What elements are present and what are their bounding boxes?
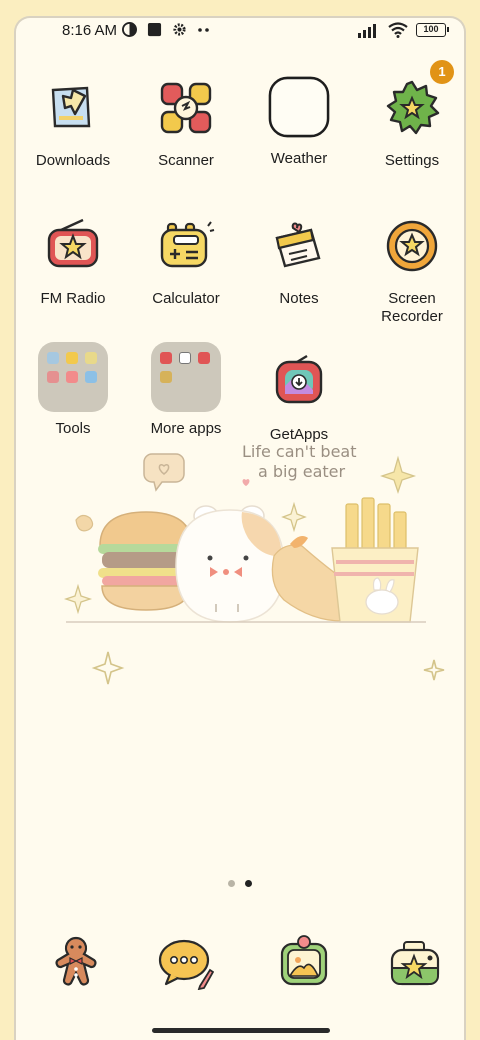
mini-app-icon bbox=[66, 371, 78, 383]
gear-icon bbox=[173, 23, 186, 36]
app-downloads[interactable]: Downloads bbox=[18, 76, 128, 170]
mini-app-icon bbox=[66, 352, 78, 364]
app-label: Tools bbox=[55, 420, 91, 437]
messages-icon bbox=[158, 939, 215, 991]
mini-app-icon bbox=[160, 352, 172, 364]
getapps-icon bbox=[275, 354, 323, 404]
app-screen-recorder[interactable]: Screen Recorder bbox=[357, 214, 464, 326]
app-scanner[interactable]: Scanner bbox=[131, 76, 241, 170]
wallpaper-illustration bbox=[63, 453, 445, 685]
app-label: FM Radio bbox=[40, 290, 106, 307]
app-calculator[interactable]: Calculator bbox=[131, 214, 241, 308]
app-label: Calculator bbox=[152, 290, 220, 307]
folder-more-apps[interactable]: More apps bbox=[131, 342, 241, 438]
more-icon bbox=[198, 27, 209, 32]
app-notes[interactable]: Notes bbox=[244, 214, 354, 308]
mini-app-icon bbox=[85, 371, 97, 383]
square-icon bbox=[147, 22, 162, 37]
radio-icon bbox=[47, 218, 99, 268]
app-label: Downloads bbox=[35, 152, 111, 169]
status-time: 8:16 AM bbox=[62, 22, 118, 39]
scanner-icon bbox=[160, 82, 212, 134]
sparkle-icon bbox=[281, 501, 307, 533]
dock-app-2[interactable] bbox=[158, 934, 215, 991]
heart-bubble-icon bbox=[143, 453, 185, 492]
fries-illustration bbox=[331, 497, 419, 623]
small-heart-icon bbox=[242, 479, 250, 486]
settings-gear-icon bbox=[386, 80, 440, 135]
download-folder-icon bbox=[51, 86, 91, 128]
status-bar: 8:16 AM 100 bbox=[16, 18, 464, 44]
status-left-icons bbox=[122, 22, 211, 37]
folder-tools[interactable]: Tools bbox=[18, 342, 128, 438]
sparkle-icon bbox=[379, 455, 417, 495]
sparkle-icon bbox=[423, 659, 445, 681]
app-getapps[interactable]: GetApps bbox=[244, 350, 354, 444]
app-label: Screen Recorder bbox=[381, 290, 443, 325]
app-weather[interactable]: Weather bbox=[244, 76, 354, 168]
home-indicator[interactable] bbox=[152, 1028, 330, 1033]
app-label: Notes bbox=[279, 290, 319, 307]
hamster-illustration bbox=[175, 505, 285, 623]
folder-icon bbox=[38, 342, 108, 412]
home-screen: 8:16 AM 100 Downloads Scanner Weather Se… bbox=[14, 16, 466, 1040]
app-settings[interactable]: Settings bbox=[357, 76, 464, 170]
dock-app-1[interactable] bbox=[48, 934, 104, 990]
mini-app-icon bbox=[160, 371, 172, 383]
mini-app-icon bbox=[47, 352, 59, 364]
weather-blank-icon bbox=[268, 76, 330, 138]
screen-recorder-icon bbox=[386, 220, 438, 272]
data-saver-icon bbox=[122, 22, 137, 37]
mini-app-icon bbox=[47, 371, 59, 383]
page-dot-active[interactable] bbox=[245, 880, 252, 887]
app-label: Weather bbox=[270, 150, 328, 167]
app-label: Settings bbox=[384, 152, 440, 169]
page-dot[interactable] bbox=[228, 880, 235, 887]
app-label: Scanner bbox=[158, 152, 214, 169]
dock-app-4[interactable] bbox=[388, 934, 444, 990]
notes-icon bbox=[275, 222, 321, 268]
notification-badge: 1 bbox=[430, 60, 454, 84]
gingerbread-icon bbox=[55, 936, 97, 986]
sparkle-icon bbox=[63, 583, 93, 615]
folder-icon bbox=[151, 342, 221, 412]
status-right-icons: 100 bbox=[358, 22, 449, 38]
wifi-icon bbox=[388, 22, 408, 38]
gallery-icon bbox=[280, 935, 328, 986]
mini-app-icon bbox=[179, 352, 191, 364]
app-fm-radio[interactable]: FM Radio bbox=[18, 214, 128, 308]
mini-app-icon bbox=[198, 352, 210, 364]
sparkle-icon bbox=[91, 651, 125, 685]
camera-icon bbox=[390, 941, 440, 986]
page-indicator[interactable] bbox=[228, 880, 252, 887]
battery-icon: 100 bbox=[416, 23, 449, 37]
calculator-icon bbox=[160, 221, 215, 268]
app-label: More apps bbox=[150, 420, 222, 437]
mini-app-icon bbox=[85, 352, 97, 364]
dock-app-3[interactable] bbox=[276, 934, 332, 990]
signal-icon bbox=[358, 23, 376, 38]
